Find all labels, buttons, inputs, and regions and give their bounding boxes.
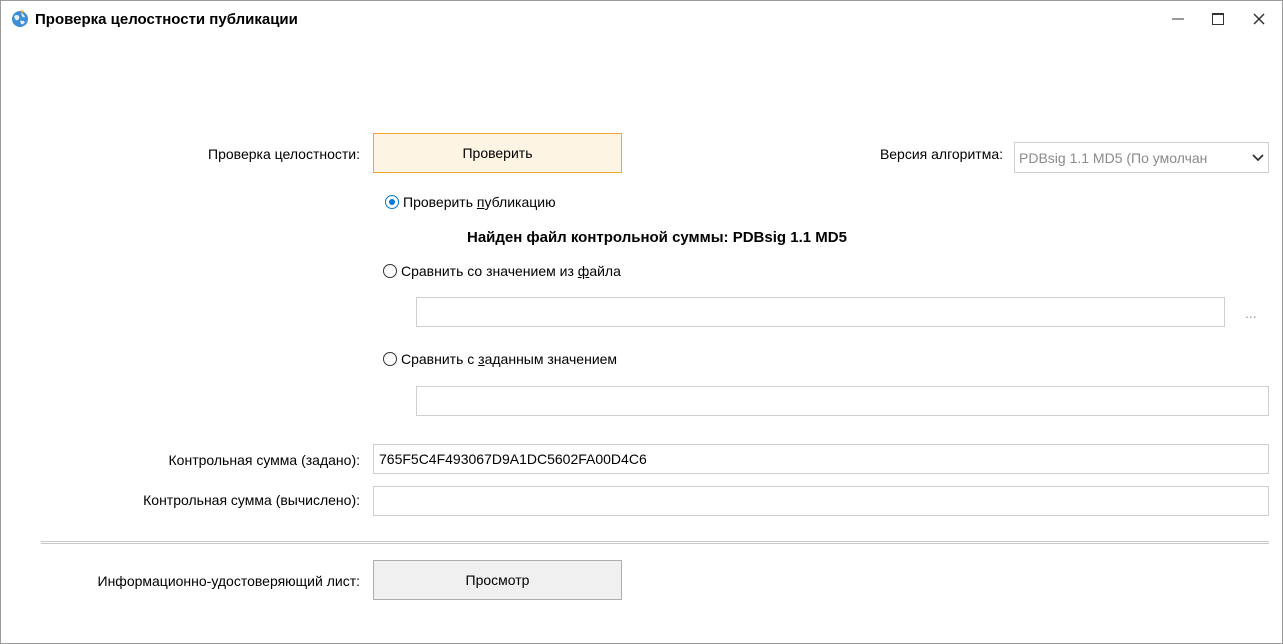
close-icon [1253,13,1265,25]
checksum-given-input[interactable]: 765F5C4F493067D9A1DC5602FA00D4C6 [373,444,1269,474]
chevron-down-icon [1248,143,1268,172]
algorithm-label: Версия алгоритма: [879,146,1003,162]
verify-publication-radio[interactable]: Проверить публикацию [385,194,556,210]
browse-button[interactable]: ... [1245,305,1257,321]
compare-file-label: Сравнить со значением из файла [401,263,621,279]
found-checksum-file-text: Найден файл контрольной суммы: PDBsig 1.… [467,229,847,246]
checksum-computed-input[interactable] [373,486,1269,516]
view-button[interactable]: Просмотр [373,560,622,600]
divider [41,541,1269,544]
maximize-icon [1212,13,1224,25]
window-title: Проверка целостности публикации [35,11,298,28]
minimize-button[interactable] [1161,5,1195,33]
algorithm-select[interactable]: PDBsig 1.1 MD5 (По умолчан [1014,142,1269,173]
algorithm-selected-value: PDBsig 1.1 MD5 (По умолчан [1019,149,1208,166]
radio-checked-icon [385,195,399,209]
close-button[interactable] [1242,5,1276,33]
globe-icon [12,10,28,27]
info-sheet-label: Информационно-удостоверяющий лист: [97,573,360,589]
minimize-icon [1172,18,1184,20]
verify-publication-label: Проверить публикацию [403,194,556,210]
maximize-button[interactable] [1201,5,1235,33]
compare-value-label: Сравнить с заданным значением [401,351,618,367]
checksum-given-label: Контрольная сумма (задано): [168,452,360,468]
custom-value-input[interactable] [416,386,1269,416]
checksum-computed-label: Контрольная сумма (вычислено): [143,492,360,508]
integrity-check-window: Проверка целостности публикации Проверка… [0,0,1283,644]
check-button[interactable]: Проверить [373,133,622,173]
compare-file-radio[interactable]: Сравнить со значением из файла [383,263,621,279]
file-path-input[interactable] [416,297,1225,327]
title-bar: Проверка целостности публикации [1,1,1282,37]
radio-unchecked-icon [383,264,397,278]
compare-value-radio[interactable]: Сравнить с заданным значением [383,351,617,367]
radio-unchecked-icon [383,352,397,366]
integrity-label: Проверка целостности: [208,146,360,162]
